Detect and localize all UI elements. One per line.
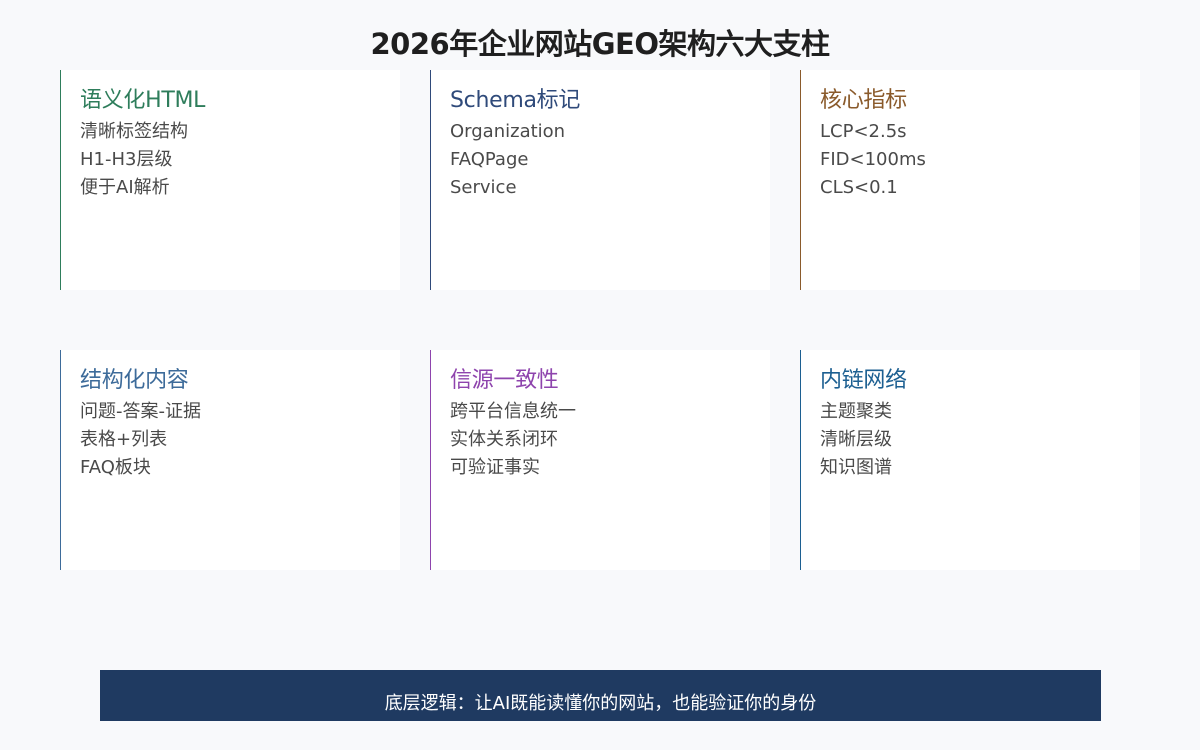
pillar-title: 结构化内容	[80, 368, 189, 393]
pillar-card-source-consistency: 信源一致性 跨平台信息统一 实体关系闭环 可验证事实	[430, 350, 770, 570]
pillar-card-structured-content: 结构化内容 问题-答案-证据 表格+列表 FAQ板块	[60, 350, 400, 570]
pillar-item: 表格+列表	[80, 429, 168, 450]
banner-text: 底层逻辑：让AI既能读懂你的网站，也能验证你的身份	[384, 693, 817, 714]
pillar-item: 实体关系闭环	[450, 429, 558, 450]
pillar-title: 核心指标	[820, 88, 907, 113]
page-title: 2026年企业网站GEO架构六大支柱	[370, 27, 830, 61]
pillar-item: LCP<2.5s	[820, 121, 907, 142]
pillar-title: Schema标记	[450, 88, 581, 113]
pillar-item: 知识图谱	[820, 457, 892, 478]
pillar-item: CLS<0.1	[820, 177, 898, 198]
pillar-item: 清晰层级	[820, 429, 892, 450]
pillar-title: 语义化HTML	[80, 88, 206, 113]
pillar-card-semantic-html: 语义化HTML 清晰标签结构 H1-H3层级 便于AI解析	[60, 70, 400, 290]
pillar-item: Organization	[450, 121, 566, 142]
pillar-item: FAQ板块	[80, 457, 151, 478]
pillar-item: 主题聚类	[820, 401, 892, 422]
pillar-title: 信源一致性	[450, 368, 559, 393]
pillar-item: H1-H3层级	[80, 149, 173, 170]
pillar-item: FAQPage	[450, 149, 529, 170]
pillar-card-internal-links: 内链网络 主题聚类 清晰层级 知识图谱	[800, 350, 1140, 570]
pillar-item: 跨平台信息统一	[450, 401, 576, 422]
pillar-item: 问题-答案-证据	[80, 401, 201, 422]
bottom-logic-banner: 底层逻辑：让AI既能读懂你的网站，也能验证你的身份	[100, 670, 1101, 721]
pillar-item: 可验证事实	[450, 457, 540, 478]
pillar-item: 便于AI解析	[80, 177, 170, 198]
pillar-card-schema: Schema标记 Organization FAQPage Service	[430, 70, 770, 290]
pillar-item: FID<100ms	[820, 149, 926, 170]
pillar-item: 清晰标签结构	[80, 121, 188, 142]
pillar-item: Service	[450, 177, 517, 198]
pillar-title: 内链网络	[820, 368, 907, 393]
pillar-card-core-metrics: 核心指标 LCP<2.5s FID<100ms CLS<0.1	[800, 70, 1140, 290]
